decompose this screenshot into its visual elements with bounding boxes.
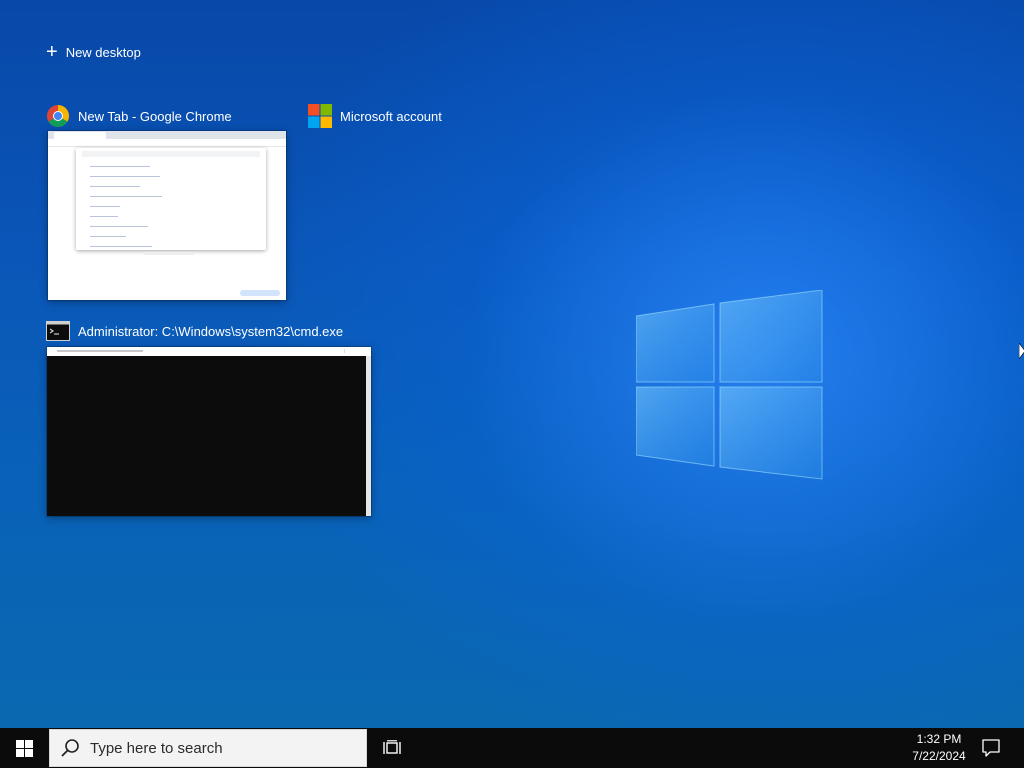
start-button[interactable] <box>0 728 48 768</box>
window-title-label: Administrator: C:\Windows\system32\cmd.e… <box>78 323 344 339</box>
mouse-cursor-icon <box>1019 343 1024 359</box>
cmd-window-thumbnail[interactable] <box>47 347 371 516</box>
window-title-chrome[interactable]: New Tab - Google Chrome <box>46 104 232 128</box>
clock-time: 1:32 PM <box>916 732 962 746</box>
windows-start-icon <box>15 739 33 757</box>
omnibox-suggestions <box>76 148 266 250</box>
window-title-label: New Tab - Google Chrome <box>78 108 232 124</box>
chrome-window-thumbnail[interactable] <box>48 131 286 300</box>
new-desktop-button[interactable]: + New desktop <box>46 41 141 63</box>
window-title-label: Microsoft account <box>340 108 442 124</box>
chrome-icon <box>47 105 69 127</box>
cmd-scrollbar <box>366 356 371 516</box>
window-title-microsoft-account[interactable]: Microsoft account <box>308 104 442 128</box>
new-desktop-label: New desktop <box>65 44 141 60</box>
taskbar: 1:32 PM 7/22/2024 <box>0 728 1024 768</box>
search-input[interactable] <box>90 739 360 757</box>
microsoft-logo-icon <box>308 104 332 128</box>
search-icon <box>61 739 79 757</box>
desktop-background: + New desktop New Tab - Google Chrome Mi… <box>0 0 1024 728</box>
task-view-button[interactable] <box>372 728 412 768</box>
notification-icon <box>982 739 1000 757</box>
plus-icon: + <box>46 41 58 63</box>
cmd-icon <box>46 321 70 341</box>
task-view-icon <box>383 740 401 754</box>
taskbar-search-box[interactable] <box>49 729 367 767</box>
window-title-cmd[interactable]: Administrator: C:\Windows\system32\cmd.e… <box>46 321 343 341</box>
windows-logo-wallpaper <box>636 290 823 480</box>
clock-date: 7/22/2024 <box>912 749 966 763</box>
action-center-button[interactable] <box>976 728 1006 768</box>
system-clock[interactable]: 1:32 PM 7/22/2024 <box>898 731 980 765</box>
